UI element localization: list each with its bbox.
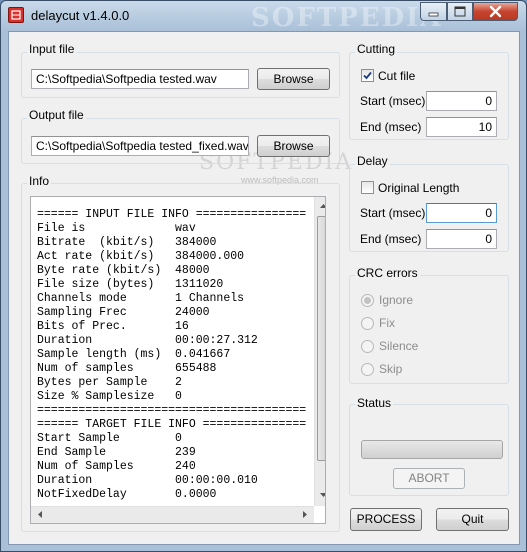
crc-fix-label[interactable]: Fix (379, 316, 395, 330)
crc-errors-label: CRC errors (355, 266, 420, 280)
maximize-icon (454, 6, 466, 17)
crc-skip-radio[interactable] (361, 363, 374, 376)
delay-end-input[interactable]: 0 (426, 229, 497, 249)
input-file-label: Input file (27, 42, 77, 56)
minimize-button[interactable] (420, 2, 447, 21)
info-horizontal-scrollbar[interactable] (31, 506, 314, 523)
output-file-field[interactable]: C:\Softpedia\Softpedia tested_fixed.wav (31, 136, 249, 156)
crc-silence-radio[interactable] (361, 340, 374, 353)
crc-ignore-radio[interactable] (361, 294, 374, 307)
window-title: delaycut v1.4.0.0 (31, 8, 130, 23)
cutting-start-label: Start (msec) (360, 94, 426, 108)
output-browse-button[interactable]: Browse (257, 135, 330, 157)
original-length-label[interactable]: Original Length (378, 181, 459, 195)
scroll-right-icon[interactable] (297, 507, 312, 523)
main-window: delaycut v1.4.0.0 SOFTPEDIA SOFTPEDIA ww… (0, 0, 527, 552)
cutting-label: Cutting (355, 42, 398, 56)
app-icon[interactable] (8, 7, 24, 23)
crc-silence-label[interactable]: Silence (379, 339, 418, 353)
crc-skip-label[interactable]: Skip (379, 362, 402, 376)
delay-label: Delay (355, 154, 390, 168)
input-file-field[interactable]: C:\Softpedia\Softpedia tested.wav (31, 69, 249, 89)
process-button[interactable]: PROCESS (350, 508, 422, 531)
cut-file-label[interactable]: Cut file (378, 69, 415, 83)
cutting-end-input[interactable]: 10 (426, 117, 497, 137)
cut-file-checkbox[interactable] (361, 69, 374, 82)
maximize-button[interactable] (447, 2, 473, 21)
input-browse-button[interactable]: Browse (257, 68, 330, 90)
scroll-down-icon[interactable] (316, 487, 326, 503)
scroll-left-icon[interactable] (32, 507, 47, 523)
checkmark-icon (363, 71, 372, 80)
title-bar[interactable]: delaycut v1.4.0.0 SOFTPEDIA (1, 1, 526, 33)
abort-button[interactable]: ABORT (393, 468, 465, 489)
cutting-start-input[interactable]: 0 (426, 91, 497, 111)
close-icon (489, 5, 502, 18)
minimize-icon (428, 12, 439, 17)
info-text: ====== INPUT FILE INFO ================ … (37, 208, 307, 501)
watermark-logo: SOFTPEDIA (251, 3, 443, 33)
close-button[interactable] (473, 2, 518, 21)
cutting-end-label: End (msec) (360, 120, 422, 134)
quit-button[interactable]: Quit (436, 508, 509, 531)
scroll-up-icon[interactable] (316, 198, 326, 214)
client-area: SOFTPEDIA www.softpedia.com Input file C… (8, 31, 520, 545)
crc-ignore-label[interactable]: Ignore (379, 293, 413, 307)
delay-start-input[interactable]: 0 (426, 203, 497, 223)
delay-start-label: Start (msec) (360, 206, 426, 220)
output-file-label: Output file (27, 108, 86, 122)
vertical-scroll-thumb[interactable] (317, 216, 325, 461)
crc-fix-radio[interactable] (361, 317, 374, 330)
progress-bar (361, 440, 503, 459)
status-label: Status (355, 396, 394, 410)
delay-end-label: End (msec) (360, 232, 422, 246)
info-textbox[interactable]: ====== INPUT FILE INFO ================ … (30, 196, 326, 524)
info-vertical-scrollbar[interactable] (314, 197, 326, 506)
info-label: Info (27, 174, 52, 188)
original-length-checkbox[interactable] (361, 181, 374, 194)
